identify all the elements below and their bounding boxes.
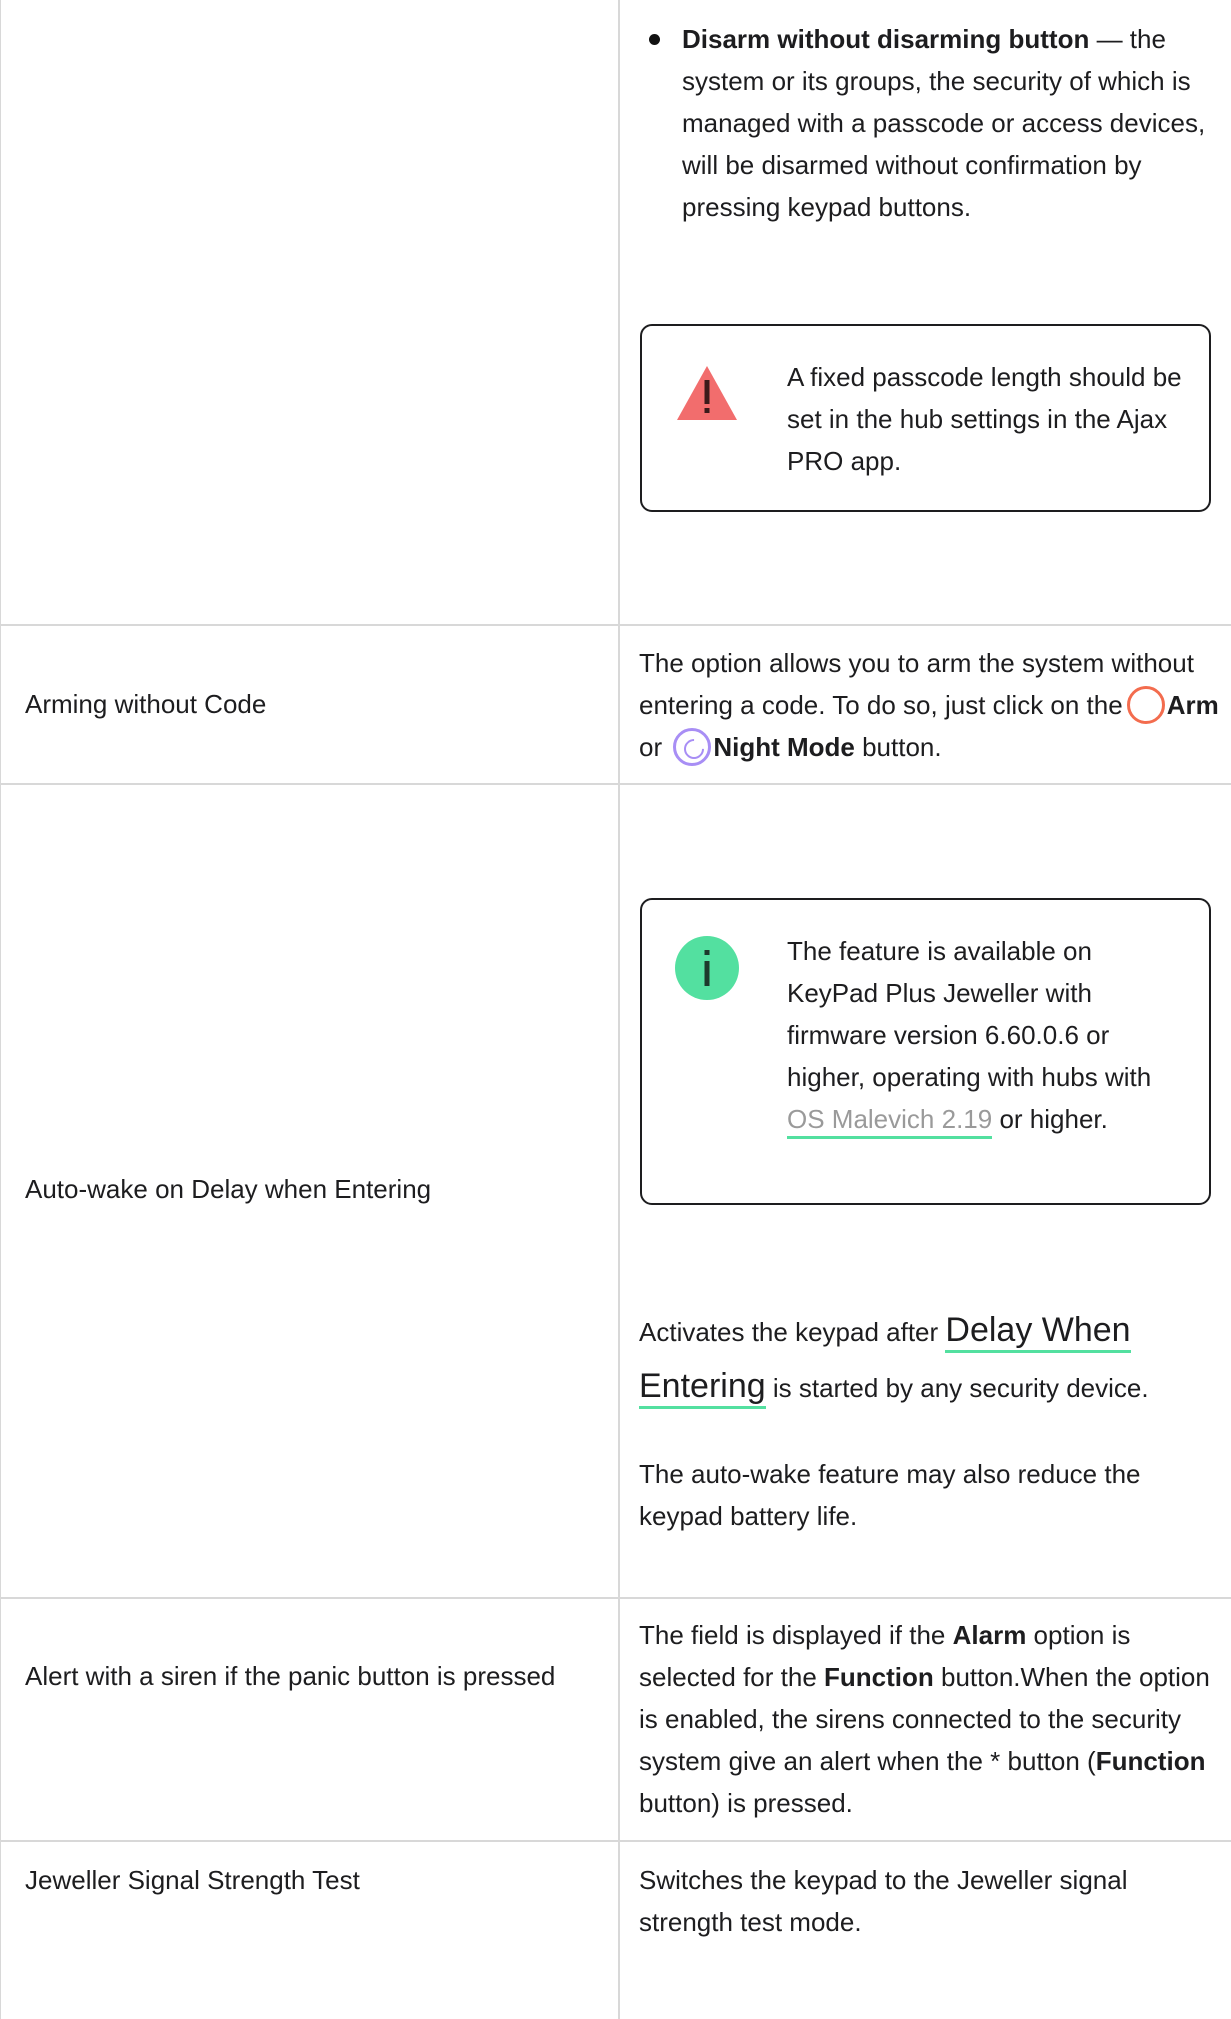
bullet-bold-text: Disarm without disarming button	[682, 24, 1090, 54]
row-divider	[0, 783, 1231, 785]
row-desc-panic-siren: The field is displayed if the Alarm opti…	[639, 1614, 1219, 1824]
row-label-auto-wake: Auto-wake on Delay when Entering	[25, 1174, 432, 1204]
row-divider	[0, 1597, 1231, 1599]
desc-text: The field is displayed if the	[639, 1620, 953, 1650]
row-divider	[0, 1840, 1231, 1842]
info-note: The feature is available on KeyPad Plus …	[640, 898, 1211, 1205]
row-divider	[0, 624, 1231, 626]
para-text: is started by any security device.	[765, 1373, 1149, 1403]
warning-note: A fixed passcode length should be set in…	[640, 324, 1211, 512]
auto-wake-paragraph-1: Activates the keypad after Delay When En…	[639, 1303, 1219, 1415]
row-label-signal-test: Jeweller Signal Strength Test	[25, 1865, 360, 1895]
function-label: Function	[1095, 1746, 1206, 1776]
row-desc-arming-without-code: The option allows you to arm the system …	[639, 642, 1219, 768]
bullet-dot	[649, 34, 660, 45]
os-malevich-link[interactable]: OS Malevich 2.19	[787, 1104, 993, 1139]
night-mode-label: Night Mode	[713, 732, 855, 762]
info-icon	[675, 936, 739, 1012]
table-left-border	[0, 0, 1, 2019]
desc-text: button.	[854, 732, 942, 762]
arm-icon	[1126, 686, 1165, 724]
column-divider	[618, 0, 620, 2019]
arm-label: Arm	[1166, 690, 1219, 720]
note-text: The feature is available on KeyPad Plus …	[787, 936, 1152, 1092]
desc-text: button) is pressed.	[639, 1788, 853, 1818]
para-text: Activates the keypad after	[639, 1317, 946, 1347]
note-text: or higher.	[992, 1104, 1108, 1134]
bullet-item-disarm: Disarm without disarming button — the sy…	[639, 18, 1219, 228]
row-label-panic-siren: Alert with a siren if the panic button i…	[25, 1661, 556, 1691]
warning-triangle-icon	[675, 364, 739, 434]
desc-text: The option allows you to arm the system …	[639, 648, 1194, 720]
function-label: Function	[824, 1662, 934, 1692]
info-note-text: The feature is available on KeyPad Plus …	[787, 930, 1187, 1140]
night-mode-icon	[673, 728, 712, 766]
auto-wake-paragraph-2: The auto-wake feature may also reduce th…	[639, 1459, 1141, 1531]
alarm-label: Alarm	[952, 1620, 1027, 1650]
row-desc-signal-test: Switches the keypad to the Jeweller sign…	[639, 1865, 1128, 1937]
row-label-arming-without-code: Arming without Code	[25, 689, 267, 719]
desc-text: or	[639, 732, 670, 762]
warning-note-text: A fixed passcode length should be set in…	[787, 362, 1182, 476]
